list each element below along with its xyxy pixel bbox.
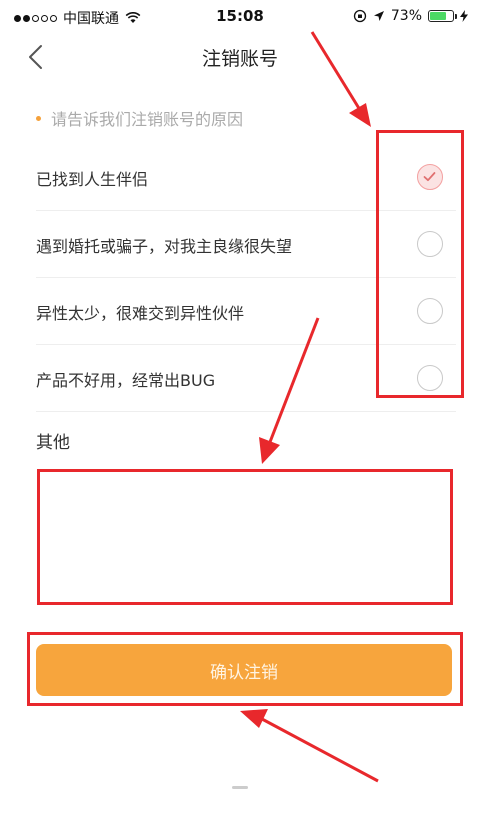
location-arrow-icon: [373, 11, 384, 21]
other-reason-input[interactable]: [42, 472, 452, 604]
reason-label: 已找到人生伴侣: [36, 170, 149, 189]
radio-button[interactable]: [417, 231, 443, 257]
radio-button[interactable]: [417, 365, 443, 391]
reason-list: 已找到人生伴侣 遇到婚托或骗子，对我主良缘很失望 异性太少，很难交到异性伙伴 产…: [36, 144, 456, 412]
battery-percent: 73%: [390, 8, 422, 24]
other-label: 其他: [36, 433, 70, 453]
battery-icon: [428, 10, 457, 22]
radio-button[interactable]: [417, 298, 443, 324]
orientation-lock-icon: [353, 9, 367, 23]
reason-label: 遇到婚托或骗子，对我主良缘很失望: [36, 237, 293, 256]
nav-bar: 注销账号: [0, 32, 480, 82]
battery-fill: [430, 12, 447, 20]
reason-option[interactable]: 异性太少，很难交到异性伙伴: [36, 278, 456, 345]
charging-bolt-icon: [460, 10, 468, 22]
reason-label: 产品不好用，经常出BUG: [36, 371, 216, 390]
status-bar: 中国联通 15:08 73%: [0, 0, 480, 32]
reason-option[interactable]: 产品不好用，经常出BUG: [36, 345, 456, 412]
home-indicator: [232, 786, 248, 789]
page-title: 注销账号: [201, 48, 278, 70]
confirm-cancel-account-button[interactable]: 确认注销: [36, 644, 452, 696]
reason-option[interactable]: 遇到婚托或骗子，对我主良缘很失望: [36, 211, 456, 278]
reason-hint: 请告诉我们注销账号的原因: [36, 106, 243, 130]
reason-hint-text: 请告诉我们注销账号的原因: [51, 110, 244, 129]
reason-label: 异性太少，很难交到异性伙伴: [36, 304, 245, 323]
status-right: 73%: [353, 8, 468, 24]
checkmark-icon: [423, 172, 436, 182]
bullet-dot-icon: [36, 115, 41, 121]
radio-button[interactable]: [417, 164, 443, 190]
arrow-to-confirm: [240, 709, 379, 783]
reason-option[interactable]: 已找到人生伴侣: [36, 144, 456, 211]
